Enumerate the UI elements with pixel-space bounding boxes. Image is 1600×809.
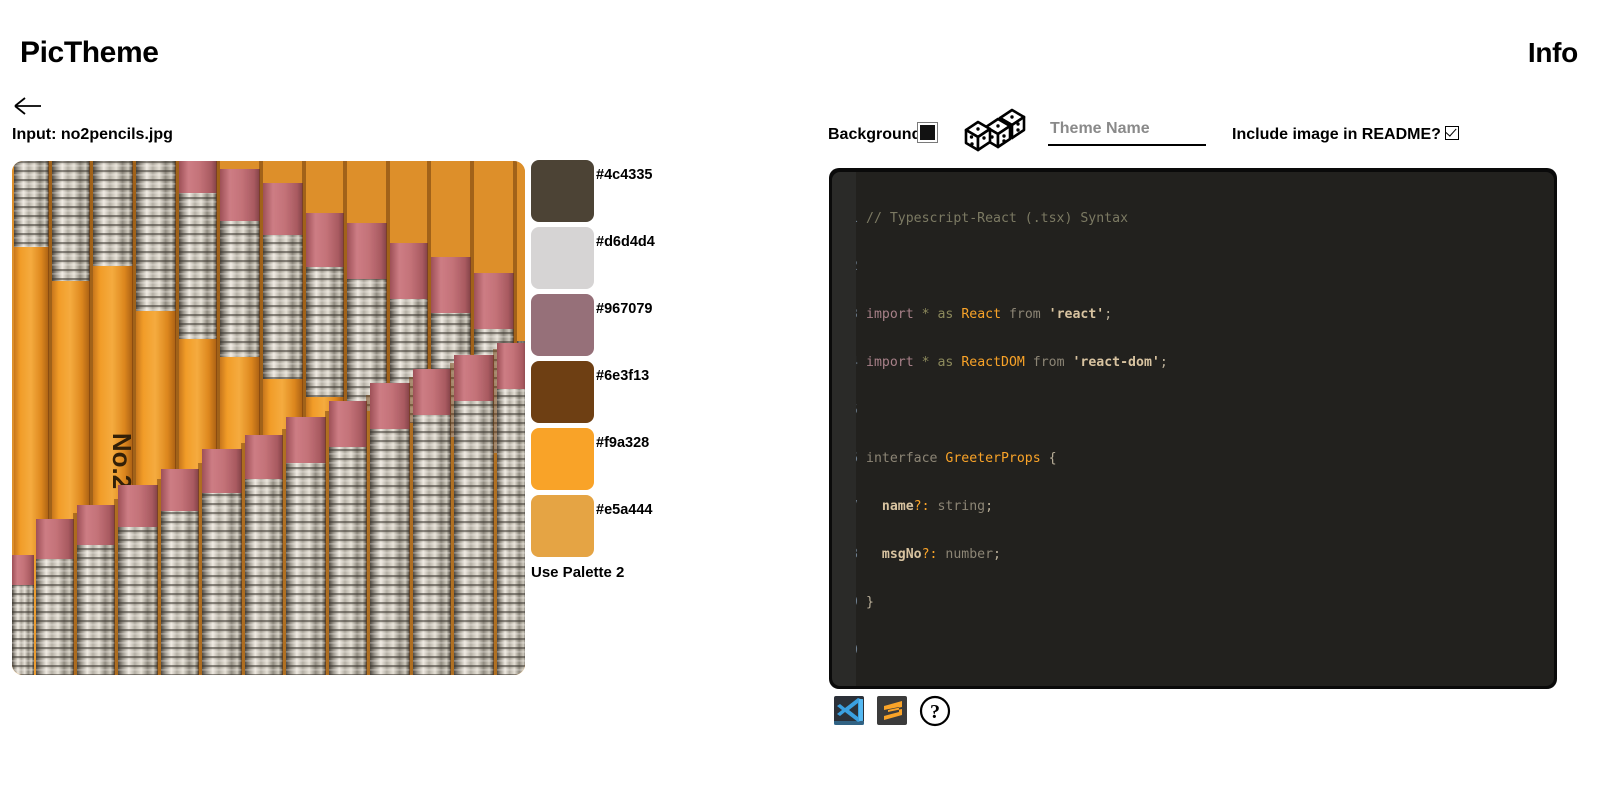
code-lines: 1// Typescript-React (.tsx) Syntax 2 3im… (856, 172, 1398, 686)
sublime-text-icon[interactable] (875, 693, 909, 727)
svg-text:?: ? (930, 701, 940, 723)
palette-swatch-row: #6e3f13 (531, 361, 791, 428)
palette-hex-5: #e5a444 (596, 502, 653, 518)
palette-hex-1: #d6d4d4 (596, 234, 655, 250)
code-line: 8 msgNo?: number; (856, 547, 1001, 562)
code-line: 5 (856, 403, 1398, 419)
background-label: Background: (828, 126, 927, 143)
code-gutter (832, 172, 856, 686)
source-image: No.2 (12, 161, 525, 675)
palette-hex-3: #6e3f13 (596, 368, 650, 384)
palette-swatch-row: #d6d4d4 (531, 227, 791, 294)
code-line: 2 (856, 259, 1398, 275)
palette-hex-4: #f9a328 (596, 435, 650, 451)
code-preview-panel: 1// Typescript-React (.tsx) Syntax 2 3im… (829, 168, 1557, 689)
back-arrow-icon[interactable] (13, 94, 43, 118)
color-palette-panel: #4c4335 #d6d4d4 #967079 #6e3f13 #f9a328 … (531, 160, 791, 581)
dice-icon[interactable] (960, 104, 1026, 156)
background-color-picker[interactable] (917, 122, 938, 143)
include-image-checkbox[interactable] (1445, 126, 1459, 140)
palette-swatch-row: #967079 (531, 294, 791, 361)
code-surface[interactable]: 1// Typescript-React (.tsx) Syntax 2 3im… (856, 172, 1554, 686)
palette-swatch-3[interactable] (531, 361, 594, 423)
controls-bar: Background: Theme Name Include image in … (828, 108, 1468, 160)
palette-swatch-5[interactable] (531, 495, 594, 557)
readme-checkbox-label: Include image in README? (1232, 126, 1441, 143)
code-line: 9} (856, 595, 874, 610)
code-line: 3import * as React from 'react'; (856, 307, 1113, 322)
use-palette-button[interactable]: Use Palette 2 (531, 564, 624, 581)
theme-name-input[interactable] (1048, 116, 1206, 146)
palette-swatch-0[interactable] (531, 160, 594, 222)
palette-swatch-row: #4c4335 (531, 160, 791, 227)
app-header: PicTheme Info (0, 0, 1600, 92)
code-line: 1// Typescript-React (.tsx) Syntax (856, 211, 1129, 226)
palette-hex-0: #4c4335 (596, 167, 653, 183)
palette-swatch-row: #e5a444 (531, 495, 791, 562)
code-line: 6interface GreeterProps { (856, 451, 1057, 466)
palette-swatch-1[interactable] (531, 227, 594, 289)
palette-swatch-2[interactable] (531, 294, 594, 356)
vscode-icon[interactable] (833, 693, 867, 727)
info-link[interactable]: Info (1528, 37, 1578, 69)
input-filename-label: Input: no2pencils.jpg (12, 126, 173, 143)
code-line: 10 (856, 643, 1398, 659)
help-icon[interactable]: ? (918, 693, 952, 727)
palette-swatch-row: #f9a328 (531, 428, 791, 495)
palette-swatch-4[interactable] (531, 428, 594, 490)
page-title: PicTheme (20, 36, 159, 69)
palette-hex-2: #967079 (596, 301, 653, 317)
pencil-photo-illustration: No.2 (12, 161, 525, 675)
code-line: 7 name?: string; (856, 499, 994, 514)
code-line: 4import * as ReactDOM from 'react-dom'; (856, 355, 1168, 370)
